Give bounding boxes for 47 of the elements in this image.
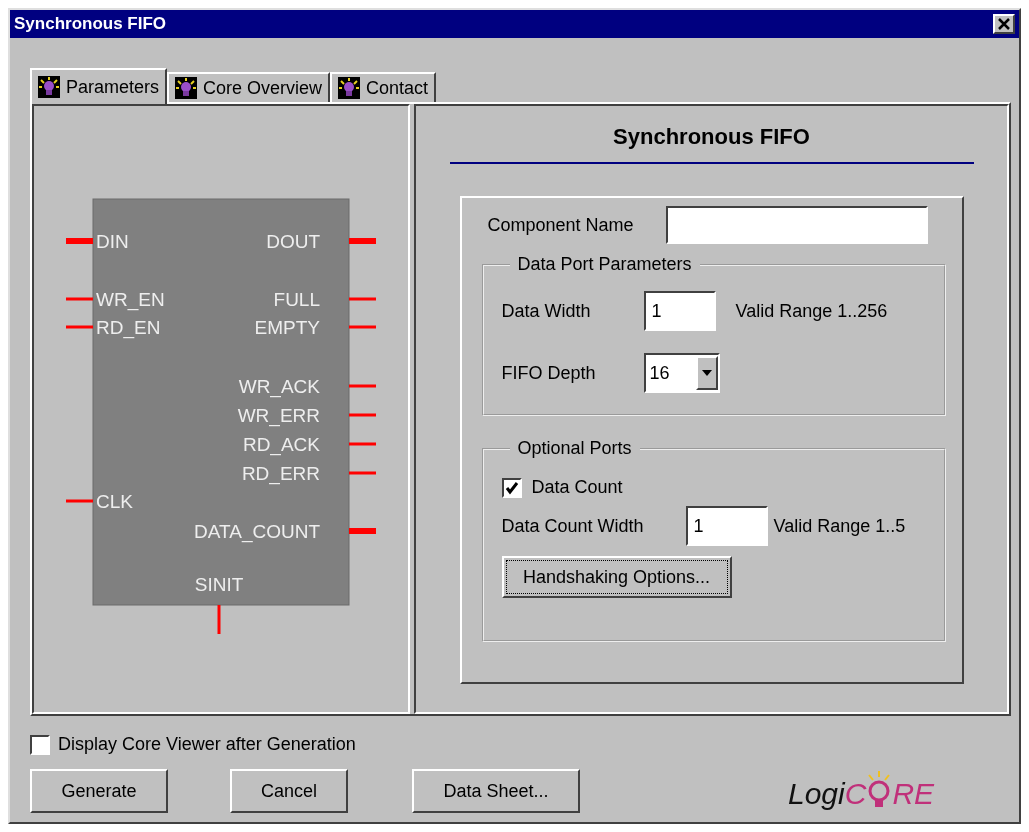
bulb-icon xyxy=(175,77,198,99)
dialog-button[interactable]: Data Sheet... xyxy=(412,769,580,813)
pin-label: SINIT xyxy=(194,574,244,595)
group-title: Optional Ports xyxy=(516,438,633,459)
pin-label: CLK xyxy=(96,491,133,512)
handshaking-options-button[interactable]: Handshaking Options... xyxy=(501,556,732,598)
dialog-button[interactable]: Generate xyxy=(30,769,168,813)
range-hint: Valid Range 1..256 xyxy=(735,300,888,322)
pin-label: DATA_COUNT xyxy=(194,521,320,542)
pin-label: RD_ERR xyxy=(241,463,320,484)
pin-label: DOUT xyxy=(266,231,320,252)
checkbox-label: Data Count xyxy=(531,477,623,498)
pin-label: WR_EN xyxy=(96,289,165,310)
bulb-icon xyxy=(338,77,361,99)
tab[interactable]: Contact xyxy=(330,72,437,102)
field-label: FIFO Depth xyxy=(501,362,597,384)
range-hint: Valid Range 1..5 xyxy=(773,515,906,537)
bulb-icon xyxy=(38,76,60,98)
input-field[interactable]: 1 xyxy=(643,291,716,331)
pin-label: EMPTY xyxy=(254,317,320,338)
field-label: Component Name xyxy=(487,214,634,236)
pin-label: RD_ACK xyxy=(242,434,320,455)
form-title: Synchronous FIFO xyxy=(613,124,810,150)
input-field[interactable] xyxy=(665,206,928,244)
dialog-button[interactable]: Cancel xyxy=(230,769,348,813)
pin-label: WR_ACK xyxy=(238,376,320,397)
logo-text: RE xyxy=(892,777,935,811)
field-label: Data Count Width xyxy=(501,515,645,537)
close-button[interactable] xyxy=(993,14,1015,34)
pin-label: FULL xyxy=(273,289,320,310)
window-title: Synchronous FIFO xyxy=(14,14,167,34)
close-icon xyxy=(998,18,1010,30)
pin-label: DIN xyxy=(96,231,129,252)
checkbox-label: Display Core Viewer after Generation xyxy=(58,734,356,755)
pin-label: RD_EN xyxy=(96,317,161,338)
dropdown[interactable]: 16 xyxy=(643,353,720,393)
tab[interactable]: Parameters xyxy=(30,68,168,104)
pin-label: WR_ERR xyxy=(237,405,320,426)
input-field[interactable]: 1 xyxy=(685,506,768,546)
field-label: Data Width xyxy=(501,300,592,322)
tab[interactable]: Core Overview xyxy=(167,72,331,102)
logo-text: Logi xyxy=(788,777,845,811)
group-title: Data Port Parameters xyxy=(516,254,693,275)
logo-text: C xyxy=(844,777,867,811)
checkbox[interactable] xyxy=(30,734,50,755)
caret-icon xyxy=(701,370,712,376)
checkbox[interactable] xyxy=(501,477,522,498)
